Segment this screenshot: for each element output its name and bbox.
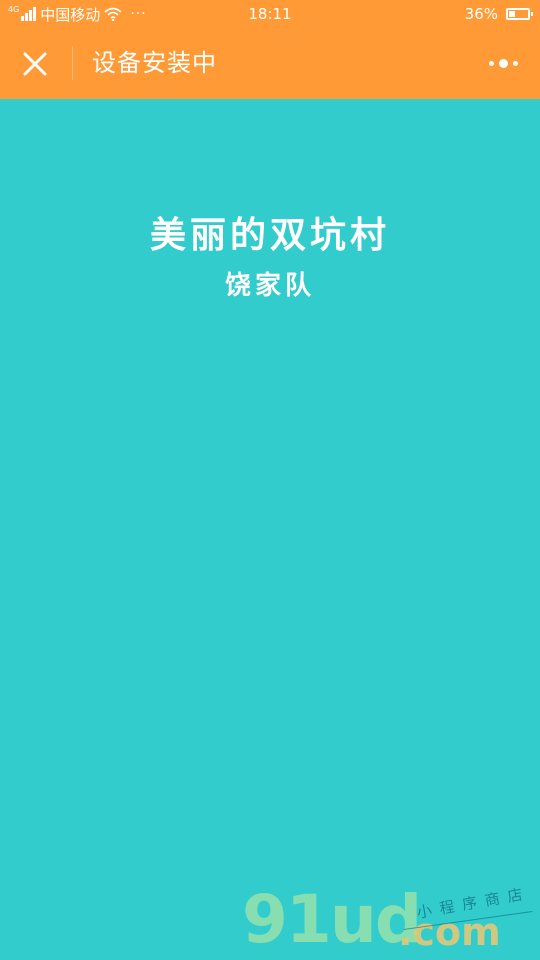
battery-icon [506,8,533,20]
close-icon [23,52,47,76]
village-title: 美丽的双坑村 [149,215,390,256]
battery-percent: 36% [464,5,498,23]
more-dots-icon-center [498,58,508,68]
nav-divider [72,46,73,80]
more-dots-icon [488,60,494,66]
status-bar: 4G 中国移动 ··· 18:11 36% [0,0,540,28]
status-right: 36% [464,0,533,28]
close-button[interactable] [16,45,54,83]
team-subtitle: 饶家队 [224,271,315,301]
page-title: 设备安装中 [92,49,217,77]
screen: 4G 中国移动 ··· 18:11 36% 设备安装中 美丽的双坑村 饶家队 9… [0,0,540,960]
more-button[interactable] [486,52,520,74]
watermark-logo: 91ud [242,881,422,958]
nav-bar: 设备安装中 [0,28,540,99]
status-time: 18:11 [248,5,292,23]
watermark: 91ud .com 小程序商店 [238,880,538,960]
more-dots-icon-right [512,60,518,66]
battery-fill [509,11,515,17]
